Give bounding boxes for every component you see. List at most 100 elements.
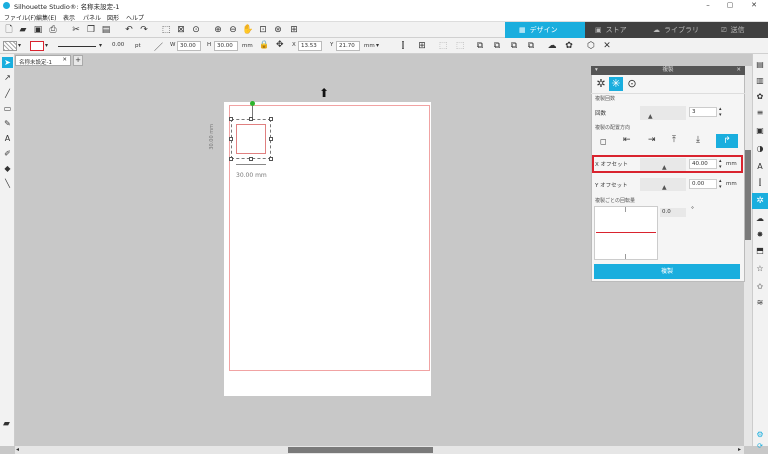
x-offset-slider-thumb[interactable]: ▲ <box>662 164 667 171</box>
text-style-icon[interactable]: A <box>754 160 766 172</box>
y-offset-stepper-icon[interactable]: ▴ ▾ <box>719 178 722 190</box>
position-dropdown-arrow-icon[interactable]: ▾ <box>376 42 379 49</box>
menu-shape[interactable]: 図形 <box>107 13 119 22</box>
center-page-icon[interactable]: ⊞ <box>416 40 428 52</box>
deselect-icon[interactable]: ⊠ <box>175 24 187 36</box>
select-points-icon[interactable]: ⊙ <box>190 24 202 36</box>
count-input[interactable]: 3 <box>689 107 717 117</box>
replicate-panel-icon[interactable]: ✲ <box>752 193 768 209</box>
select-all-icon[interactable]: ⬚ <box>160 24 172 36</box>
line-width-input[interactable]: 0.00 <box>110 41 130 51</box>
direction-left-icon[interactable]: ⇤ <box>623 135 631 145</box>
group-icon[interactable]: ⬚ <box>437 40 449 52</box>
replicate-icon[interactable]: ✿ <box>563 40 575 52</box>
draw-rectangle-icon[interactable]: ▭ <box>2 103 13 114</box>
library-folder-icon[interactable]: ▰ <box>1 418 12 429</box>
send-backward-icon[interactable]: ⧉ <box>525 40 537 52</box>
line-style-dropdown-arrow-icon[interactable]: ▾ <box>99 42 102 49</box>
resize-handle-top-left[interactable] <box>229 117 233 121</box>
align-icon[interactable]: ⫿ <box>397 40 409 52</box>
scroll-left-icon[interactable]: ◂ <box>16 446 19 453</box>
hatch-icon[interactable]: ≋ <box>754 296 766 308</box>
rotation-input[interactable]: 0.0 <box>660 208 686 217</box>
line-color-dropdown-arrow-icon[interactable]: ▾ <box>45 42 48 49</box>
delete-icon[interactable]: ✕ <box>601 40 613 52</box>
copy-icon[interactable]: ❐ <box>85 24 97 36</box>
line-style-preview[interactable] <box>58 46 96 47</box>
paste-icon[interactable]: ▤ <box>100 24 112 36</box>
select-pointer-icon[interactable]: ➤ <box>2 57 13 68</box>
refresh-icon[interactable]: ⟳ <box>754 440 766 452</box>
panel-close-icon[interactable]: ✕ <box>736 66 741 75</box>
print-icon[interactable]: ⎙ <box>47 24 59 36</box>
eraser-icon[interactable]: ◆ <box>2 163 13 174</box>
zoom-select-icon[interactable]: ⊡ <box>257 24 269 36</box>
y-position-input[interactable]: 21.70 <box>336 41 360 51</box>
sketch-panel-icon[interactable]: ☆ <box>754 262 766 274</box>
menu-help[interactable]: ヘルプ <box>126 13 144 22</box>
y-offset-slider-thumb[interactable]: ▲ <box>662 184 667 191</box>
width-input[interactable]: 30.00 <box>177 41 201 51</box>
zoom-drag-icon[interactable]: ⊛ <box>272 24 284 36</box>
ungroup-icon[interactable]: ⬚ <box>454 40 466 52</box>
count-slider[interactable] <box>640 106 686 120</box>
resize-handle-bottom[interactable] <box>249 157 253 161</box>
bring-forward-icon[interactable]: ⧉ <box>508 40 520 52</box>
resize-handle-bottom-right[interactable] <box>269 157 273 161</box>
direction-right-icon[interactable]: ⇥ <box>648 135 656 145</box>
direction-down-icon[interactable]: ⤓ <box>696 135 700 145</box>
tab-library[interactable]: ☁ ライブラリ <box>649 22 709 38</box>
x-offset-input[interactable]: 40.00 <box>689 159 717 169</box>
fit-page-icon[interactable]: ⊞ <box>288 24 300 36</box>
add-tab-button[interactable]: + <box>73 55 83 66</box>
modify-icon[interactable]: ☁ <box>546 40 558 52</box>
offset-icon[interactable]: ◑ <box>754 142 766 154</box>
rotation-dial[interactable] <box>594 206 658 260</box>
knife-tool-icon[interactable]: ╲ <box>2 178 13 189</box>
menu-view[interactable]: 表示 <box>63 13 75 22</box>
resize-handle-bottom-left[interactable] <box>229 157 233 161</box>
tab-design[interactable]: ▦ デザイン <box>505 22 585 38</box>
send-to-back-icon[interactable]: ⧉ <box>491 40 503 52</box>
pan-hand-icon[interactable]: ✋ <box>242 24 254 36</box>
align-panel-icon[interactable]: ⫿ <box>754 177 766 189</box>
direction-custom-icon[interactable]: ↱ <box>716 134 738 148</box>
vertical-scroll-thumb[interactable] <box>745 150 751 240</box>
horizontal-scroll-thumb[interactable] <box>288 447 433 453</box>
cut-icon[interactable]: ✂ <box>70 24 82 36</box>
draw-line-icon[interactable]: ╱ <box>2 88 13 99</box>
fill-dropdown-arrow-icon[interactable]: ▾ <box>18 42 21 49</box>
save-icon[interactable]: ▣ <box>32 24 44 36</box>
scroll-right-icon[interactable]: ▸ <box>738 446 741 453</box>
menu-edit[interactable]: 編集(E) <box>36 13 56 22</box>
maximize-button[interactable]: ▢ <box>722 0 738 11</box>
transform-icon[interactable]: ▣ <box>754 124 766 136</box>
replicate-circle-icon[interactable]: ⊙ <box>625 77 639 91</box>
pen-tool-icon[interactable]: ✎ <box>2 118 13 129</box>
direction-none-icon[interactable]: ◻ <box>600 137 607 146</box>
replicate-snowflake-icon[interactable]: ✲ <box>594 77 608 91</box>
tab-store[interactable]: ▣ ストア <box>589 22 645 38</box>
open-folder-icon[interactable]: ▰ <box>17 24 29 36</box>
resize-handle-top[interactable] <box>249 117 253 121</box>
settings-gear-icon[interactable]: ⚙ <box>754 428 766 440</box>
zoom-out-icon[interactable]: ⊖ <box>227 24 239 36</box>
menu-file[interactable]: ファイル(F) <box>4 13 36 22</box>
page-setup-icon[interactable]: ▤ <box>754 58 766 70</box>
edit-points-icon[interactable]: ↗ <box>2 72 13 83</box>
trace-icon[interactable]: ⬒ <box>754 244 766 256</box>
resize-handle-top-right[interactable] <box>269 117 273 121</box>
rhinestone-icon[interactable]: ✸ <box>754 228 766 240</box>
resize-handle-right[interactable] <box>269 137 273 141</box>
vertical-scrollbar[interactable] <box>744 66 752 446</box>
tab-send[interactable]: ⎚ 送信 <box>717 22 767 38</box>
replicate-apply-button[interactable]: 複製 <box>594 264 740 279</box>
close-tab-icon[interactable]: ✕ <box>62 57 67 63</box>
count-stepper-icon[interactable]: ▴ ▾ <box>719 106 722 118</box>
replicate-advanced-icon[interactable]: ✳ <box>609 77 623 91</box>
direction-up-icon[interactable]: ⤒ <box>672 135 676 145</box>
panel-collapse-icon[interactable]: ▾ <box>595 66 598 75</box>
undo-icon[interactable]: ↶ <box>123 24 135 36</box>
text-tool-icon[interactable]: A <box>2 133 13 144</box>
bring-to-front-icon[interactable]: ⧉ <box>474 40 486 52</box>
